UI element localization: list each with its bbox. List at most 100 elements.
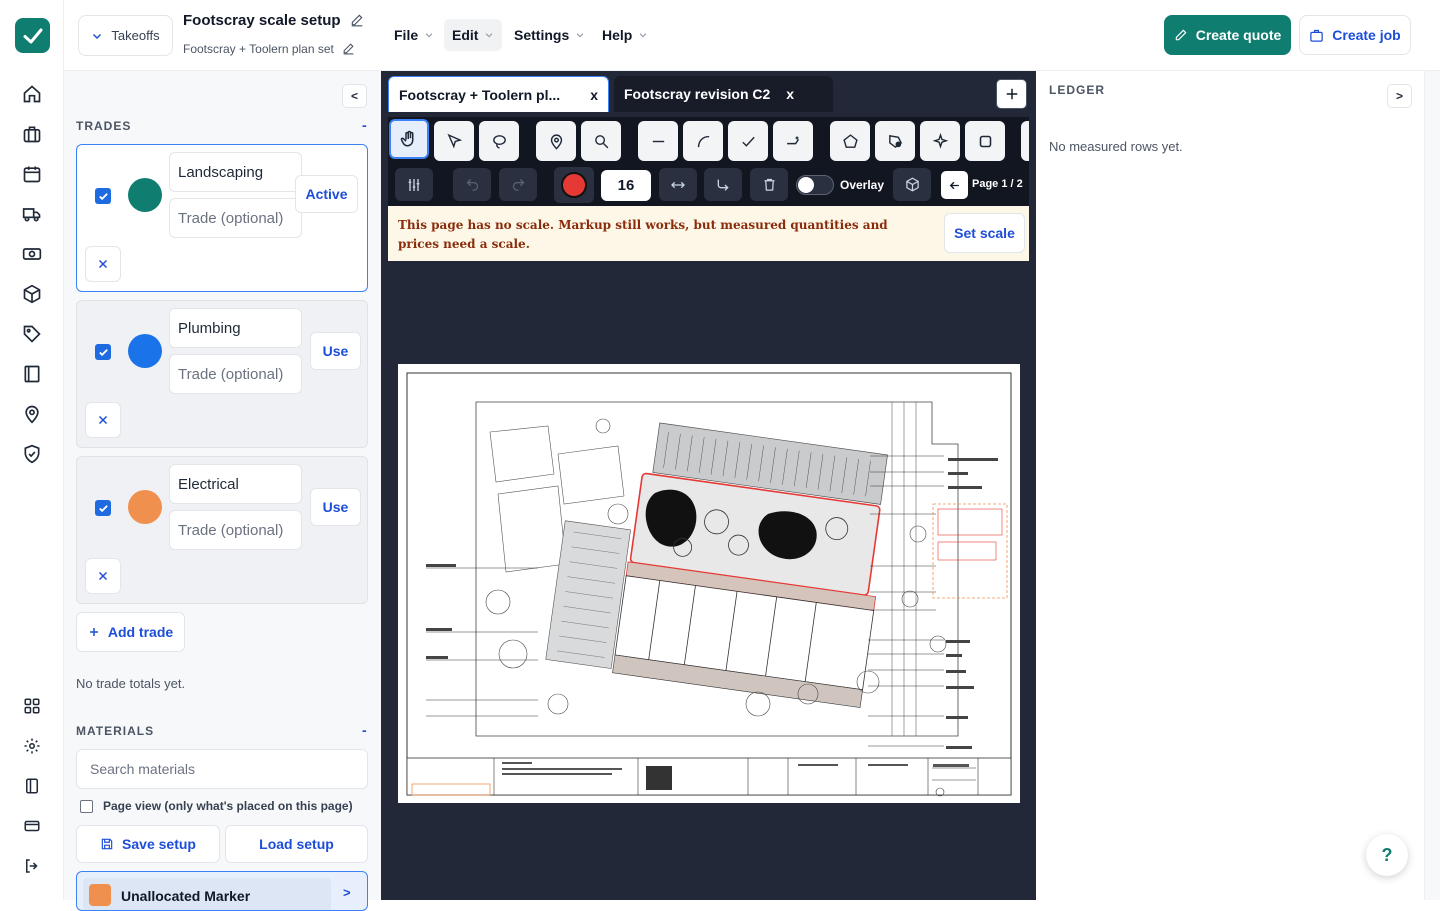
line-tool[interactable]	[638, 121, 678, 161]
area-cutout-tool[interactable]	[875, 121, 915, 161]
sparkle-icon	[932, 132, 948, 149]
trade-category-input[interactable]: Trade (optional)	[169, 354, 302, 394]
cash-icon[interactable]	[20, 242, 44, 266]
check-tool[interactable]	[728, 121, 768, 161]
tab-close-icon[interactable]: x	[590, 87, 598, 103]
help-button[interactable]: ?	[1366, 834, 1408, 876]
briefcase-icon[interactable]	[20, 122, 44, 146]
box-icon[interactable]	[20, 282, 44, 306]
trade-card-landscaping[interactable]: Landscaping Trade (optional) Active	[76, 144, 368, 292]
trade-checkbox[interactable]	[95, 500, 111, 516]
trade-name-input[interactable]: Landscaping	[169, 152, 302, 192]
cube-icon	[905, 177, 919, 192]
trade-name-input[interactable]: Plumbing	[169, 308, 302, 348]
truck-icon[interactable]	[20, 202, 44, 226]
previous-page-button[interactable]	[941, 171, 968, 199]
add-tab-button[interactable]	[996, 79, 1027, 109]
trade-color-swatch[interactable]	[128, 334, 162, 368]
menu-settings[interactable]: Settings	[506, 19, 593, 51]
book-icon[interactable]	[20, 362, 44, 386]
trade-use-button[interactable]: Use	[310, 488, 361, 526]
search-materials-input[interactable]: Search materials	[76, 749, 368, 789]
tab-footscray-toolern[interactable]: Footscray + Toolern pl... x	[388, 76, 609, 112]
logout-icon[interactable]	[20, 854, 44, 878]
unallocated-marker-row[interactable]: Unallocated Marker >	[76, 871, 368, 911]
page-view-checkbox[interactable]	[80, 799, 93, 813]
trade-category-input[interactable]: Trade (optional)	[169, 198, 302, 238]
trade-card-electrical[interactable]: Electrical Trade (optional) Use	[76, 456, 368, 604]
trade-active-button[interactable]: Active	[295, 175, 358, 213]
page-view-toggle[interactable]: Page view (only what's placed on this pa…	[80, 799, 353, 813]
trade-color-swatch[interactable]	[128, 490, 162, 524]
create-quote-label: Create quote	[1195, 27, 1282, 43]
zoom-tool[interactable]	[581, 121, 621, 161]
sidebar-icon[interactable]	[20, 774, 44, 798]
edit-title-pencil-icon[interactable]	[350, 13, 364, 27]
shield-check-icon[interactable]	[20, 442, 44, 466]
more-tools-overflow[interactable]	[1021, 121, 1029, 161]
plan-sheet[interactable]	[398, 364, 1020, 803]
delete-button[interactable]	[750, 168, 788, 201]
trade-checkbox[interactable]	[95, 188, 111, 204]
calendar-icon[interactable]	[20, 162, 44, 186]
trade-color-swatch[interactable]	[128, 178, 162, 212]
expand-marker-chevron[interactable]: >	[343, 885, 351, 900]
app-rail	[0, 0, 64, 900]
add-trade-button[interactable]: Add trade	[76, 612, 185, 652]
arc-tool[interactable]	[683, 121, 723, 161]
remove-trade-button[interactable]	[85, 246, 121, 282]
create-job-button[interactable]: Create job	[1299, 15, 1411, 55]
app-logo[interactable]	[15, 18, 50, 53]
3d-view-button[interactable]	[893, 168, 931, 201]
measure-length-button[interactable]	[659, 168, 697, 201]
location-pin-icon[interactable]	[20, 402, 44, 426]
home-icon[interactable]	[20, 82, 44, 106]
expand-ledger-button[interactable]: >	[1387, 84, 1412, 108]
tab-close-icon[interactable]: x	[786, 86, 794, 102]
polyline-tool[interactable]	[773, 121, 813, 161]
redo-button[interactable]	[499, 168, 537, 201]
card-icon[interactable]	[20, 814, 44, 838]
polygon-tool[interactable]	[830, 121, 870, 161]
set-scale-button[interactable]: Set scale	[944, 213, 1025, 253]
unallocated-marker-label: Unallocated Marker	[121, 888, 251, 904]
create-quote-button[interactable]: Create quote	[1164, 15, 1291, 55]
return-arrow-button[interactable]	[704, 168, 742, 201]
save-setup-button[interactable]: Save setup	[76, 825, 220, 863]
takeoffs-dropdown-button[interactable]: Takeoffs	[78, 15, 173, 56]
load-setup-button[interactable]: Load setup	[225, 825, 368, 863]
auto-detect-tool[interactable]	[920, 121, 960, 161]
pan-hand-tool[interactable]	[389, 119, 429, 159]
tag-icon[interactable]	[20, 322, 44, 346]
trade-checkbox[interactable]	[95, 344, 111, 360]
trades-collapse-toggle[interactable]: -	[362, 117, 367, 133]
grid-icon[interactable]	[20, 694, 44, 718]
overlay-toggle[interactable]	[796, 175, 834, 195]
chevron-down-icon	[639, 33, 647, 38]
collapse-panel-button[interactable]: <	[342, 84, 367, 108]
materials-collapse-toggle[interactable]: -	[362, 722, 367, 738]
trade-name-input[interactable]: Electrical	[169, 464, 302, 504]
menu-file[interactable]: File	[386, 19, 442, 51]
menu-edit[interactable]: Edit	[444, 19, 503, 51]
check-icon	[98, 504, 108, 512]
tab-footscray-revision-c2[interactable]: Footscray revision C2 x	[614, 76, 833, 112]
pin-tool[interactable]	[536, 121, 576, 161]
gear-icon[interactable]	[20, 734, 44, 758]
remove-trade-button[interactable]	[85, 558, 121, 594]
color-picker-button[interactable]	[554, 167, 594, 203]
edit-plan-set-pencil-icon[interactable]	[342, 42, 355, 55]
trade-card-plumbing[interactable]: Plumbing Trade (optional) Use	[76, 300, 368, 448]
stroke-width-input[interactable]: 16	[601, 170, 651, 201]
trash-icon	[764, 178, 774, 191]
menu-help[interactable]: Help	[594, 19, 656, 51]
rectangle-tool[interactable]	[965, 121, 1005, 161]
select-tool[interactable]	[434, 121, 474, 161]
trade-use-button[interactable]: Use	[310, 332, 361, 370]
trade-category-input[interactable]: Trade (optional)	[169, 510, 302, 550]
page-scrollbar[interactable]	[1425, 71, 1440, 900]
remove-trade-button[interactable]	[85, 402, 121, 438]
adjust-settings-button[interactable]	[395, 168, 433, 201]
lasso-tool[interactable]	[479, 121, 519, 161]
undo-button[interactable]	[453, 168, 491, 201]
